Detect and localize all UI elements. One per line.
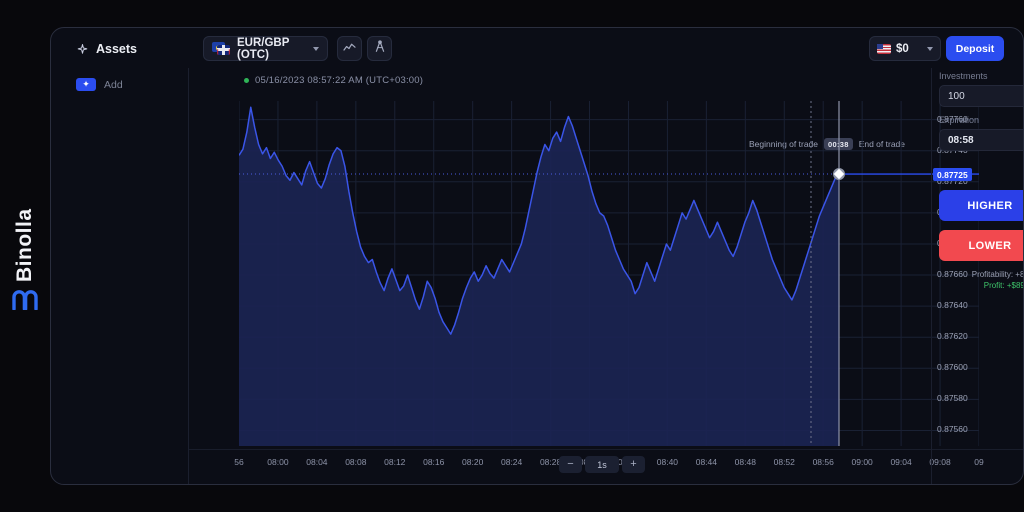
time-tick: 08:40 bbox=[656, 457, 679, 467]
add-asset-button[interactable]: ✦ Add bbox=[76, 78, 123, 91]
asset-name: EUR/GBP (OTC) bbox=[237, 36, 290, 61]
higher-button[interactable]: HIGHER bbox=[939, 190, 1023, 221]
assets-button[interactable]: Assets bbox=[76, 39, 137, 59]
app-root: Binolla Assets EUR/GBP (OTC) $0 Deposit … bbox=[0, 0, 1024, 512]
assets-sidebar: ✦ Add bbox=[51, 68, 189, 484]
zoom-in-button[interactable]: + bbox=[622, 456, 645, 473]
time-tick: 08:56 bbox=[812, 457, 834, 467]
timeframe-controls: − 1s + bbox=[559, 456, 645, 473]
time-tick: 08:16 bbox=[423, 457, 445, 467]
assets-label: Assets bbox=[96, 42, 137, 56]
compass-icon bbox=[374, 39, 386, 58]
plus-icon: ✦ bbox=[76, 78, 96, 91]
balance-value: $0 bbox=[896, 42, 909, 55]
balance-selector[interactable]: $0 bbox=[869, 36, 941, 61]
time-tick: 08:08 bbox=[345, 457, 367, 467]
chart-timestamp: 05/16/2023 08:57:22 AM (UTC+03:00) bbox=[244, 75, 423, 86]
time-tick: 08:20 bbox=[462, 457, 484, 467]
investments-input[interactable]: 100 $ bbox=[939, 85, 1023, 107]
time-tick: 09:00 bbox=[851, 457, 873, 467]
time-tick: 08:00 bbox=[267, 457, 289, 467]
binolla-logo-icon bbox=[12, 288, 38, 311]
timeframe-value[interactable]: 1s bbox=[585, 456, 619, 473]
time-tick: 08:44 bbox=[695, 457, 717, 467]
profitability-label: Profitability: +89% bbox=[971, 270, 1024, 279]
chart-area: 05/16/2023 08:57:22 AM (UTC+03:00) Begin… bbox=[189, 68, 1023, 484]
lower-button[interactable]: LOWER bbox=[939, 230, 1023, 261]
add-label: Add bbox=[104, 78, 123, 91]
chevron-down-icon bbox=[313, 46, 319, 51]
profit-label: Profit: +$89.00 bbox=[983, 281, 1023, 290]
brand-name: Binolla bbox=[13, 208, 36, 282]
price-chart[interactable] bbox=[239, 101, 979, 446]
eur-gbp-flag-icon bbox=[212, 41, 231, 56]
investments-value: 100 bbox=[948, 90, 965, 102]
time-tick: 08:52 bbox=[773, 457, 795, 467]
chart-type-button[interactable] bbox=[337, 36, 362, 61]
live-dot-icon bbox=[244, 78, 249, 83]
top-bar: Assets EUR/GBP (OTC) $0 Deposit bbox=[51, 28, 1023, 68]
investments-label: Investments bbox=[939, 71, 988, 81]
time-tick: 08:24 bbox=[500, 457, 523, 467]
drawing-tools-button[interactable] bbox=[367, 36, 392, 61]
expiration-value: 08:58 bbox=[948, 134, 974, 146]
time-tick: 08:48 bbox=[734, 457, 756, 467]
expiration-label: Expiration bbox=[939, 115, 980, 125]
time-tick: 56 bbox=[234, 457, 244, 467]
time-tick: 08:04 bbox=[306, 457, 328, 467]
zoom-out-button[interactable]: − bbox=[559, 456, 582, 473]
time-tick: 09:04 bbox=[890, 457, 912, 467]
line-chart-icon bbox=[343, 40, 356, 58]
timestamp-text: 05/16/2023 08:57:22 AM (UTC+03:00) bbox=[255, 75, 424, 86]
deposit-button[interactable]: Deposit bbox=[946, 36, 1004, 61]
chevron-down-icon bbox=[927, 46, 933, 51]
asset-selector[interactable]: EUR/GBP (OTC) bbox=[203, 36, 328, 61]
trade-panel: Investments 100 $ Expiration 08:58 HIGHE… bbox=[931, 68, 1024, 484]
expiration-input[interactable]: 08:58 bbox=[939, 129, 1023, 151]
time-tick: 08:12 bbox=[384, 457, 406, 467]
brand-rail: Binolla bbox=[0, 0, 50, 512]
sparkle-icon bbox=[76, 43, 89, 56]
trading-window: Assets EUR/GBP (OTC) $0 Deposit ✦ Add 05… bbox=[50, 27, 1024, 485]
us-flag-icon bbox=[877, 43, 891, 54]
